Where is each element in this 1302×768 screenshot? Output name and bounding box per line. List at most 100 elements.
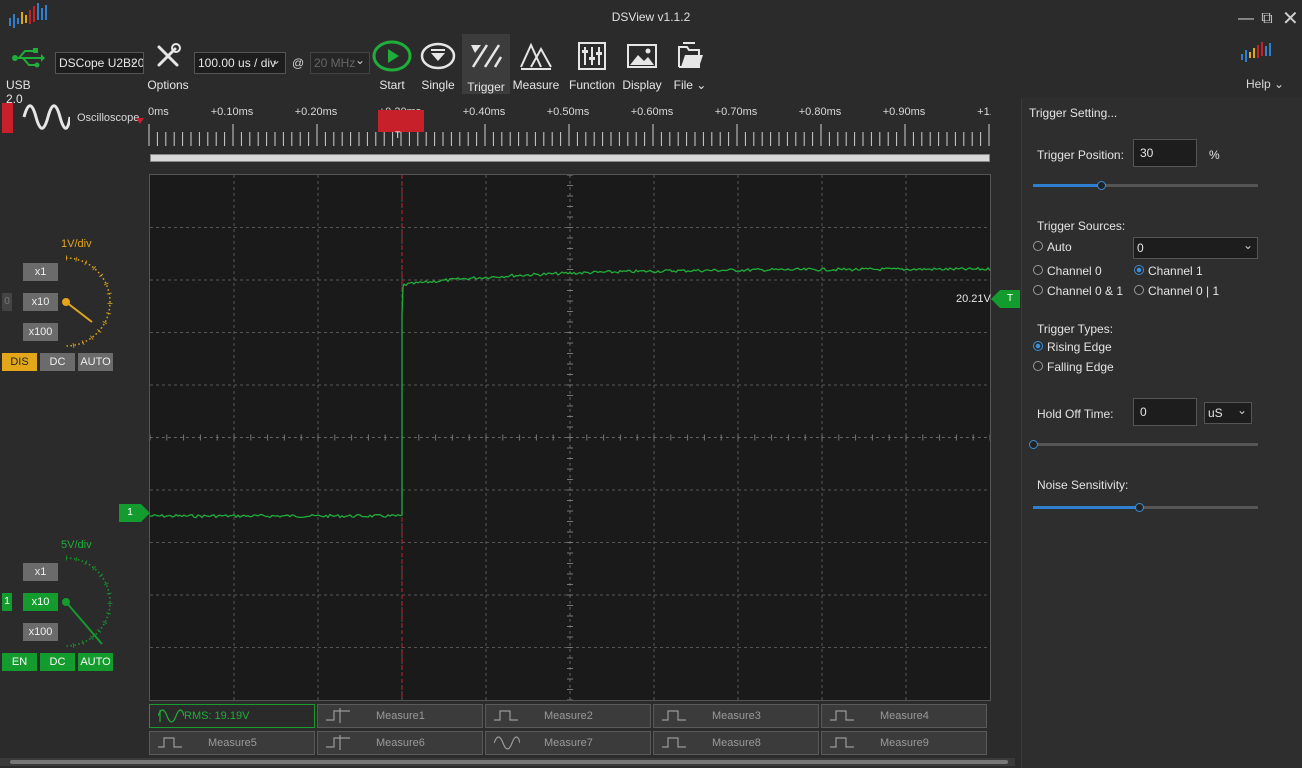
scope-display[interactable] xyxy=(149,174,991,701)
ruler-tick-label: +0.60ms xyxy=(631,106,674,118)
sine-measure-icon xyxy=(493,735,521,751)
falling-edge-radio[interactable] xyxy=(1033,361,1043,371)
ruler-tick-label: +0.20ms xyxy=(295,106,338,118)
slider-knob[interactable] xyxy=(1096,181,1106,190)
trigger-marker-label: T xyxy=(395,130,401,140)
rising-edge-label[interactable]: Rising Edge xyxy=(1047,340,1112,354)
ch1-level-marker[interactable]: 1 xyxy=(119,504,141,522)
ruler-tick-label: +0.50ms xyxy=(547,106,590,118)
src-ch0-radio[interactable] xyxy=(1033,265,1043,275)
falling-edge-label[interactable]: Falling Edge xyxy=(1047,360,1114,374)
holdoff-input[interactable]: 0 xyxy=(1133,398,1197,426)
trigger-level-arrow xyxy=(991,290,1000,308)
restore-icon[interactable]: ⧉ xyxy=(1260,10,1274,28)
trigger-position-label: Trigger Position: xyxy=(1037,148,1124,162)
ch1-coupling-button[interactable]: DC xyxy=(40,653,75,671)
measure-slot[interactable]: Measure7 xyxy=(485,731,651,755)
trigger-position-marker[interactable] xyxy=(378,110,424,132)
ch0-auto-button[interactable]: AUTO xyxy=(78,353,113,371)
options-label: Options xyxy=(147,78,189,92)
measure-slot[interactable]: Measure1 xyxy=(317,704,483,728)
measure-slot[interactable]: Measure9 xyxy=(821,731,987,755)
holdoff-slider[interactable] xyxy=(1029,440,1258,449)
ruler-tick-label: +0.40ms xyxy=(463,106,506,118)
measure-slot[interactable]: Measure2 xyxy=(485,704,651,728)
holdoff-unit-select[interactable]: uS xyxy=(1204,402,1252,424)
ch1-x100-button[interactable]: x100 xyxy=(23,623,58,641)
trigger-position-input[interactable]: 30 xyxy=(1133,139,1197,167)
measure-slot[interactable]: RMS: 19.19V xyxy=(149,704,315,728)
ch0-enable-button[interactable]: DIS xyxy=(2,353,37,371)
single-button[interactable]: Single xyxy=(416,38,460,92)
usb-icon xyxy=(11,40,45,76)
rising-edge-radio[interactable] xyxy=(1033,341,1043,351)
slider-knob[interactable] xyxy=(1134,503,1144,512)
src-ch1-label[interactable]: Channel 1 xyxy=(1148,264,1203,278)
src-ch1-radio[interactable] xyxy=(1134,265,1144,275)
measure-slot[interactable]: Measure5 xyxy=(149,731,315,755)
window-controls: — ⧉ ✕ xyxy=(1238,6,1299,31)
measure-button[interactable]: Measure xyxy=(512,38,560,92)
measure-slot[interactable]: Measure3 xyxy=(653,704,819,728)
tools-icon xyxy=(153,38,183,74)
ch0-x1-button[interactable]: x1 xyxy=(23,263,58,281)
pulse-measure-icon xyxy=(830,708,856,724)
ruler-tick-label: 0ms xyxy=(148,106,169,118)
src-ch01-and-radio[interactable] xyxy=(1033,285,1043,295)
minimize-icon[interactable]: — xyxy=(1238,10,1254,28)
src-ch01-and-label[interactable]: Channel 0 & 1 xyxy=(1047,284,1123,298)
src-auto-radio[interactable] xyxy=(1033,241,1043,251)
options-button[interactable]: Options xyxy=(146,38,190,92)
timeline-scrollbar[interactable] xyxy=(150,154,990,162)
sine-wave-icon xyxy=(22,102,72,135)
src-ch0-label[interactable]: Channel 0 xyxy=(1047,264,1102,278)
trigger-level-value: 20.21V xyxy=(956,293,991,305)
scrollbar-thumb[interactable] xyxy=(10,760,1008,764)
ch1-auto-button[interactable]: AUTO xyxy=(78,653,113,671)
ch1-vdiv-knob[interactable] xyxy=(58,552,118,655)
ch1-x1-button[interactable]: x1 xyxy=(23,563,58,581)
timebase-select[interactable]: 100.00 us / div xyxy=(194,52,286,74)
ruler-tick-label: +0.80ms xyxy=(799,106,842,118)
ch1-x10-button[interactable]: x10 xyxy=(23,593,58,611)
noise-label: Noise Sensitivity: xyxy=(1037,478,1129,492)
trigger-button[interactable]: Trigger xyxy=(462,34,510,94)
ch0-x100-button[interactable]: x100 xyxy=(23,323,58,341)
pulse-measure-icon xyxy=(494,708,520,724)
slider-knob[interactable] xyxy=(1029,440,1038,449)
start-button[interactable]: Start xyxy=(370,38,414,92)
function-button[interactable]: Function xyxy=(566,38,618,92)
device-select[interactable]: DSCope U2B20 xyxy=(55,52,144,74)
measure-label: RMS: 19.19V xyxy=(184,710,250,722)
ruler-tick-label: +0.70ms xyxy=(715,106,758,118)
src-ch01-or-radio[interactable] xyxy=(1134,285,1144,295)
measure-slot[interactable]: Measure8 xyxy=(653,731,819,755)
display-icon xyxy=(626,38,658,74)
trigger-level-marker[interactable]: T xyxy=(1000,290,1020,308)
src-auto-label[interactable]: Auto xyxy=(1047,240,1072,254)
mode-label[interactable]: Oscilloscope xyxy=(77,112,139,124)
ch0-coupling-button[interactable]: DC xyxy=(40,353,75,371)
ch0-x10-button[interactable]: x10 xyxy=(23,293,58,311)
measure-slot[interactable]: Measure4 xyxy=(821,704,987,728)
file-button[interactable]: File ⌄ xyxy=(668,38,712,92)
close-icon[interactable]: ✕ xyxy=(1282,6,1299,31)
measure-slot[interactable]: Measure6 xyxy=(317,731,483,755)
measure-label: Measure9 xyxy=(880,737,929,749)
display-button[interactable]: Display xyxy=(618,38,666,92)
samplerate-select[interactable]: 20 MHz xyxy=(310,52,370,74)
trigger-position-slider[interactable] xyxy=(1033,181,1258,190)
noise-sensitivity-slider[interactable] xyxy=(1033,503,1258,512)
ch1-enable-button[interactable]: EN xyxy=(2,653,37,671)
help-button[interactable]: Help ⌄ xyxy=(1246,77,1284,91)
single-label: Single xyxy=(421,78,455,92)
source-channel-select[interactable]: 0 xyxy=(1133,237,1258,259)
help-label: Help xyxy=(1246,77,1271,91)
mode-dropdown-icon[interactable] xyxy=(136,118,144,124)
single-shot-icon xyxy=(420,38,456,74)
src-ch01-or-label[interactable]: Channel 0 | 1 xyxy=(1148,284,1219,298)
slider-fill xyxy=(1033,506,1139,509)
ch0-vdiv-knob[interactable] xyxy=(58,252,118,355)
horizontal-scrollbar[interactable] xyxy=(0,758,1015,766)
pulse-measure-icon xyxy=(662,708,688,724)
